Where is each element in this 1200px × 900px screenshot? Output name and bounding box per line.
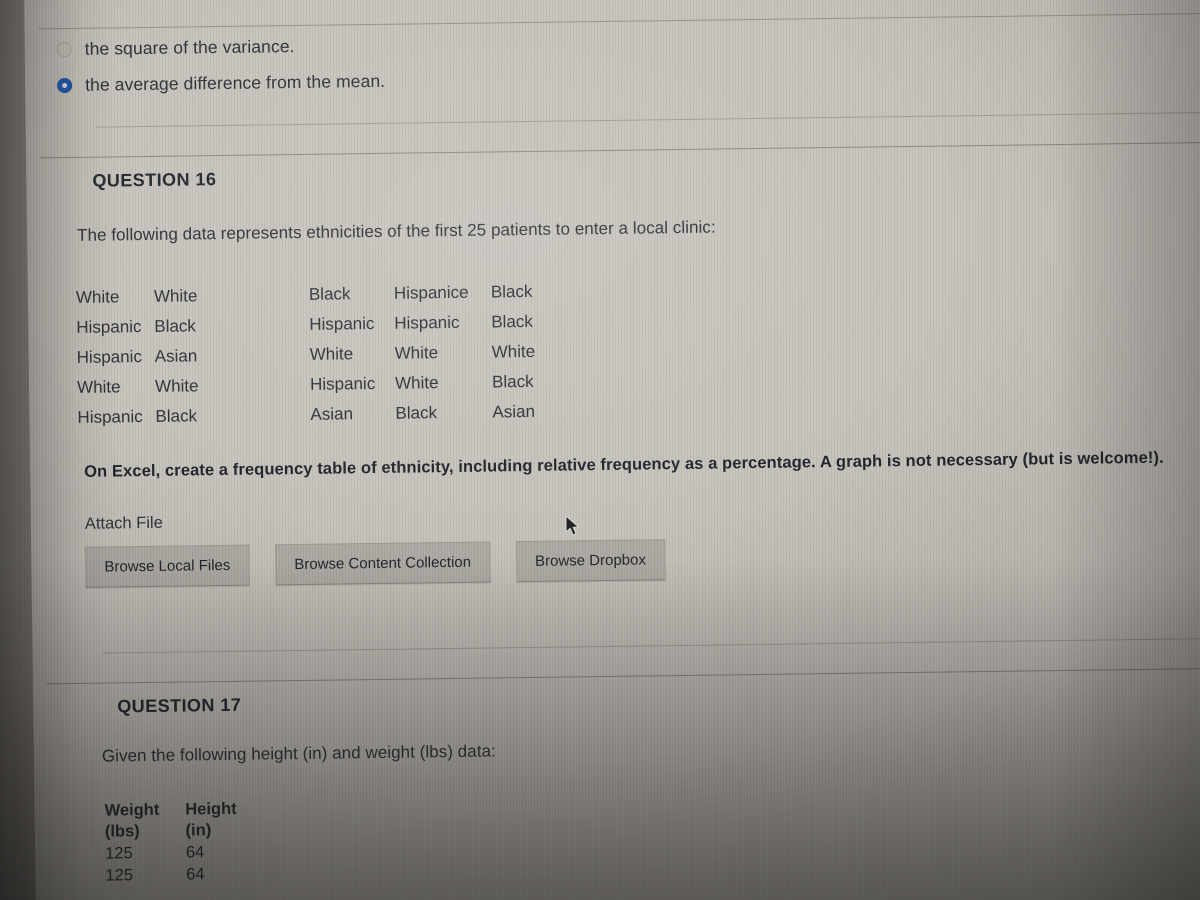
- weight-cell: 125: [105, 866, 134, 885]
- ethnicity-cell: Asian: [492, 401, 536, 422]
- divider-question16-bottom: [102, 637, 1200, 654]
- table-subheader-row: (lbs) (in): [105, 820, 263, 843]
- ethnicity-data-grid: White White Black Hispanice Black Hispan…: [76, 281, 573, 437]
- column-unit-weight: (lbs): [104, 822, 140, 841]
- ethnicity-row: Hispanic Black Asian Black Asian: [77, 401, 572, 437]
- divider-question17-top: [46, 667, 1200, 685]
- radio-button-selected-icon[interactable]: [57, 77, 73, 93]
- ethnicity-cell: Black: [155, 406, 198, 426]
- monitor-screen: standard deviation is the square of the …: [0, 0, 1200, 900]
- browse-content-collection-button[interactable]: Browse Content Collection: [275, 541, 491, 586]
- quiz-content: standard deviation is the square of the …: [16, 0, 1200, 900]
- table-row: 125 64: [105, 841, 263, 865]
- quiz-page: standard deviation is the square of the …: [15, 0, 1200, 900]
- height-cell: 64: [185, 843, 205, 862]
- ethnicity-cell: Hispanic: [77, 407, 143, 427]
- answer-option-2-label: the average difference from the mean.: [84, 70, 386, 95]
- browse-local-files-button[interactable]: Browse Local Files: [85, 544, 250, 588]
- weight-cell: 125: [105, 844, 133, 863]
- ethnicity-cell: Hispanice: [393, 282, 469, 303]
- ethnicity-cell: Asian: [154, 346, 198, 366]
- ethnicity-cell: White: [153, 286, 198, 306]
- column-unit-height: (in): [185, 821, 212, 840]
- ethnicity-cell: Hispanic: [309, 374, 376, 394]
- ethnicity-cell: Hispanic: [76, 347, 143, 367]
- ethnicity-cell: Black: [490, 281, 533, 302]
- ethnicity-cell: Black: [395, 403, 438, 423]
- table-row: 125 64: [105, 863, 263, 887]
- attach-file-label: Attach File: [84, 513, 163, 533]
- ethnicity-cell: Hispanic: [76, 317, 142, 337]
- ethnicity-cell: Hispanic: [394, 312, 460, 333]
- question16-title: QUESTION 16: [92, 169, 217, 191]
- answer-options-group: the square of the variance. the average …: [56, 19, 957, 103]
- ethnicity-cell: White: [76, 377, 121, 397]
- ethnicity-cell: Black: [154, 316, 196, 336]
- ethnicity-cell: White: [394, 343, 439, 363]
- divider-answer-block: [95, 111, 1200, 128]
- question17-prompt: Given the following height (in) and weig…: [101, 741, 496, 766]
- table-header-row: Weight Height: [104, 799, 262, 822]
- radio-button-unselected-icon[interactable]: [56, 41, 72, 57]
- question16-prompt: The following data represents ethnicitie…: [76, 217, 716, 245]
- weight-height-table: Weight Height (lbs) (in) 125 64 125 64: [104, 799, 263, 887]
- ethnicity-cell: Black: [491, 371, 534, 392]
- height-cell: 64: [186, 865, 205, 884]
- answer-option-1-label: the square of the variance.: [84, 35, 295, 59]
- ethnicity-cell: Black: [308, 284, 351, 304]
- browse-dropbox-button[interactable]: Browse Dropbox: [515, 539, 666, 583]
- column-header-height: Height: [185, 799, 237, 819]
- question16-instruction: On Excel, create a frequency table of et…: [84, 448, 1164, 481]
- ethnicity-cell: Hispanic: [309, 314, 375, 334]
- divider-question16-top: [40, 141, 1200, 159]
- ethnicity-cell: White: [491, 341, 536, 362]
- ethnicity-cell: White: [394, 373, 439, 393]
- ethnicity-cell: White: [75, 287, 120, 307]
- ethnicity-cell: White: [309, 344, 354, 364]
- attach-file-button-row: Browse Local Files Browse Content Collec…: [85, 539, 666, 588]
- question17-title: QUESTION 17: [117, 694, 242, 717]
- ethnicity-cell: White: [154, 376, 199, 396]
- ethnicity-cell: Black: [491, 311, 533, 332]
- column-header-weight: Weight: [104, 800, 160, 820]
- ethnicity-cell: Asian: [310, 404, 354, 424]
- photo-of-screen: standard deviation is the square of the …: [0, 0, 1200, 900]
